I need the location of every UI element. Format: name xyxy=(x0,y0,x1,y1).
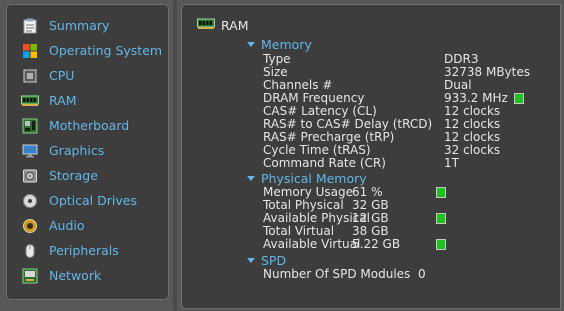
sidebar-item-peripherals[interactable]: Peripherals xyxy=(7,238,168,263)
sidebar-item-label: Motherboard xyxy=(49,118,130,133)
sidebar-item-optical-drives[interactable]: Optical Drives xyxy=(7,188,168,213)
sidebar-item-label: Audio xyxy=(49,218,85,233)
motherboard-icon xyxy=(21,118,39,134)
label-spd-modules: Number Of SPD Modules xyxy=(263,267,411,281)
sidebar: Summary Operating System CPU RAM Motherb… xyxy=(6,4,169,300)
value-command-rate: 1T xyxy=(444,156,459,170)
section-header: Physical Memory xyxy=(261,171,367,186)
sidebar-item-label: Network xyxy=(49,268,102,283)
section-header: Memory xyxy=(261,37,312,52)
label-available-virtual: Available Virtual xyxy=(263,237,361,251)
status-indicator xyxy=(436,187,446,198)
chevron-down-icon[interactable] xyxy=(247,42,255,47)
sidebar-item-audio[interactable]: Audio xyxy=(7,213,168,238)
windows-logo-icon xyxy=(21,43,39,59)
section-header: SPD xyxy=(261,253,287,268)
sidebar-item-cpu[interactable]: CPU xyxy=(7,63,168,88)
status-indicator xyxy=(436,239,446,250)
ram-module-icon xyxy=(197,18,215,33)
detail-panel: RAM Memory Type DDR3 Size 32738 MBytes C… xyxy=(181,4,561,309)
sidebar-item-storage[interactable]: Storage xyxy=(7,163,168,188)
clipboard-icon xyxy=(21,18,39,34)
network-icon xyxy=(21,268,39,284)
section-spd[interactable]: SPD xyxy=(247,253,286,268)
sidebar-item-label: CPU xyxy=(49,68,75,83)
sidebar-item-graphics[interactable]: Graphics xyxy=(7,138,168,163)
page-title: RAM xyxy=(197,18,249,33)
speaker-icon xyxy=(21,218,39,234)
ram-module-icon xyxy=(21,93,39,109)
sidebar-item-summary[interactable]: Summary xyxy=(7,13,168,38)
sidebar-item-label: Optical Drives xyxy=(49,193,137,208)
sidebar-item-label: Summary xyxy=(49,18,110,33)
sidebar-item-label: Storage xyxy=(49,168,98,183)
cpu-chip-icon xyxy=(21,68,39,84)
value-spd-modules: 0 xyxy=(418,267,426,281)
hard-drive-icon xyxy=(21,168,39,184)
status-indicator xyxy=(436,213,446,224)
page-title-label: RAM xyxy=(221,18,249,33)
sidebar-item-label: Graphics xyxy=(49,143,105,158)
sidebar-item-network[interactable]: Network xyxy=(7,263,168,288)
chevron-down-icon[interactable] xyxy=(247,176,255,181)
splitter[interactable] xyxy=(173,0,177,311)
section-physical-memory[interactable]: Physical Memory xyxy=(247,171,367,186)
optical-disc-icon xyxy=(21,193,39,209)
value-available-virtual: 5.22 GB xyxy=(352,237,401,251)
sidebar-item-motherboard[interactable]: Motherboard xyxy=(7,113,168,138)
sidebar-item-label: Peripherals xyxy=(49,243,119,258)
sidebar-item-operating-system[interactable]: Operating System xyxy=(7,38,168,63)
monitor-icon xyxy=(21,143,39,159)
section-memory[interactable]: Memory xyxy=(247,37,312,52)
status-indicator xyxy=(514,93,524,104)
sidebar-item-ram[interactable]: RAM xyxy=(7,88,168,113)
chevron-down-icon[interactable] xyxy=(247,258,255,263)
sidebar-item-label: RAM xyxy=(49,93,77,108)
sidebar-item-label: Operating System xyxy=(49,43,163,58)
mouse-icon xyxy=(21,243,39,259)
label-command-rate: Command Rate (CR) xyxy=(263,156,386,170)
